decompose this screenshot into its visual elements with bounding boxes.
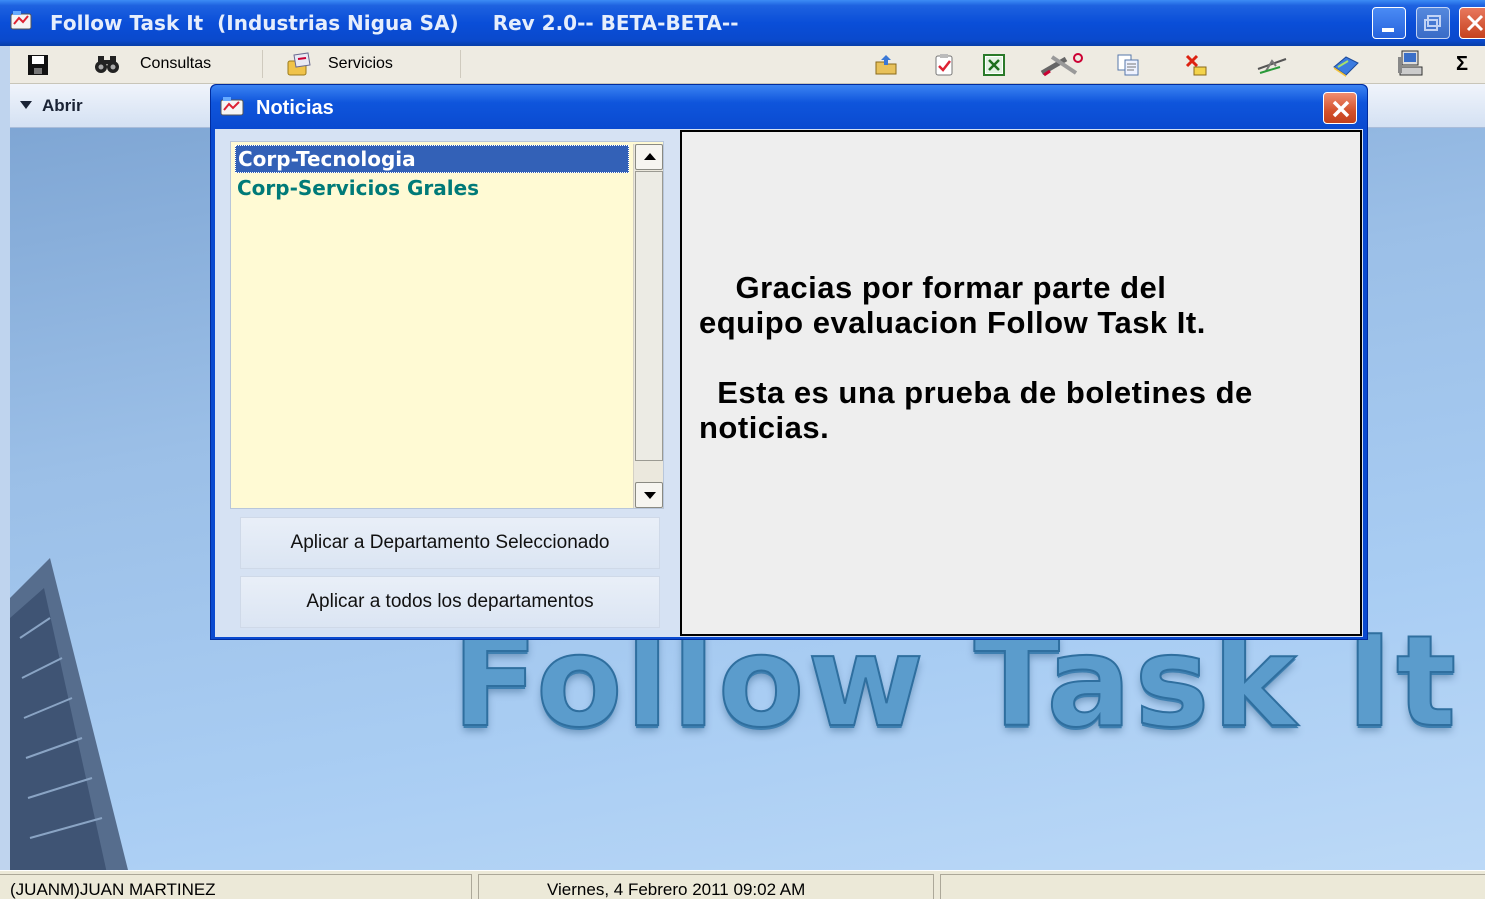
- department-list[interactable]: Corp-Tecnologia Corp-Servicios Grales: [230, 141, 664, 509]
- toolbar-divider: [262, 50, 263, 78]
- main-toolbar: Consultas Servicios Σ: [10, 46, 1485, 84]
- caret-down-icon: [20, 101, 32, 109]
- restore-icon: [1424, 15, 1441, 31]
- arrow-down-icon: [644, 492, 656, 499]
- tools-icon[interactable]: [1036, 53, 1086, 77]
- status-bar: (JUANM)JUAN MARTINEZ Viernes, 4 Febrero …: [0, 870, 1485, 899]
- close-icon: [1332, 100, 1350, 118]
- app-titlebar: Follow Task It (Industrias Nigua SA) Rev …: [0, 0, 1485, 46]
- minimize-icon: [1382, 28, 1394, 32]
- computer-icon[interactable]: [1396, 49, 1426, 79]
- sigma-icon[interactable]: Σ: [1456, 46, 1468, 82]
- news-line: equipo evaluacion Follow Task It.: [699, 305, 1206, 340]
- servicios-menu[interactable]: Servicios: [284, 46, 393, 82]
- scroll-up-button[interactable]: [635, 144, 663, 170]
- sigma-label: Σ: [1456, 52, 1469, 75]
- building-image: [10, 558, 128, 870]
- minimize-button[interactable]: [1372, 7, 1406, 39]
- status-user: (JUANM)JUAN MARTINEZ: [0, 874, 472, 899]
- delete-icon[interactable]: [1184, 53, 1208, 77]
- abrir-label: Abrir: [42, 96, 83, 115]
- book-icon[interactable]: [1330, 53, 1360, 77]
- news-line: noticias.: [699, 410, 830, 445]
- scroll-thumb[interactable]: [635, 171, 663, 461]
- abrir-toggle[interactable]: Abrir: [20, 96, 83, 116]
- copy-icon[interactable]: [1116, 53, 1140, 77]
- status-datetime: Viernes, 4 Febrero 2011 09:02 AM: [478, 874, 934, 899]
- servicios-label: Servicios: [328, 55, 393, 72]
- window-revision: Rev 2.0-- BETA-BETA--: [492, 11, 739, 35]
- dialog-close-button[interactable]: [1323, 92, 1357, 124]
- scroll-down-button[interactable]: [635, 482, 663, 508]
- app-logo-icon: [10, 11, 32, 30]
- news-line: Esta es una prueba de boletines de: [699, 375, 1253, 410]
- excel-icon[interactable]: [982, 53, 1006, 77]
- department-list-item-selected[interactable]: Corp-Tecnologia: [235, 145, 629, 173]
- list-scrollbar[interactable]: [633, 144, 663, 508]
- dialog-title: Noticias: [256, 97, 334, 119]
- save-icon[interactable]: [26, 53, 50, 77]
- close-window-button[interactable]: [1459, 7, 1485, 39]
- dialog-body: Corp-Tecnologia Corp-Servicios Grales Ap…: [215, 129, 1363, 637]
- folder-upload-icon[interactable]: [874, 53, 898, 77]
- status-extra: [940, 874, 1485, 899]
- news-line: Gracias por formar parte del: [699, 270, 1167, 305]
- consultas-label: Consultas: [140, 55, 212, 72]
- news-content-pane: Gracias por formar parte del equipo evalu…: [680, 130, 1362, 636]
- news-icon: [220, 97, 244, 116]
- maximize-button[interactable]: [1416, 7, 1450, 39]
- news-spacer: [699, 340, 1349, 375]
- close-icon: [1466, 14, 1484, 32]
- arrow-up-icon: [644, 153, 656, 160]
- dialog-titlebar: Noticias: [211, 85, 1367, 129]
- plane-icon[interactable]: [1256, 53, 1288, 77]
- consultas-menu[interactable]: Consultas: [92, 46, 211, 82]
- window-title: Follow Task It (Industrias Nigua SA) Rev …: [50, 11, 739, 35]
- apply-all-departments-button[interactable]: Aplicar a todos los departamentos: [240, 576, 660, 628]
- news-message: Gracias por formar parte del equipo evalu…: [699, 270, 1349, 445]
- window-title-text: Follow Task It (Industrias Nigua SA): [50, 11, 459, 35]
- noticias-dialog: Noticias Corp-Tecnologia Corp-Servicios …: [210, 84, 1368, 640]
- checklist-icon[interactable]: [932, 53, 956, 77]
- services-icon: [287, 52, 311, 76]
- apply-selected-department-button[interactable]: Aplicar a Departamento Seleccionado: [240, 517, 660, 569]
- toolbar-divider: [460, 50, 461, 78]
- binoculars-icon: [95, 56, 119, 73]
- department-list-item[interactable]: Corp-Servicios Grales: [235, 175, 479, 203]
